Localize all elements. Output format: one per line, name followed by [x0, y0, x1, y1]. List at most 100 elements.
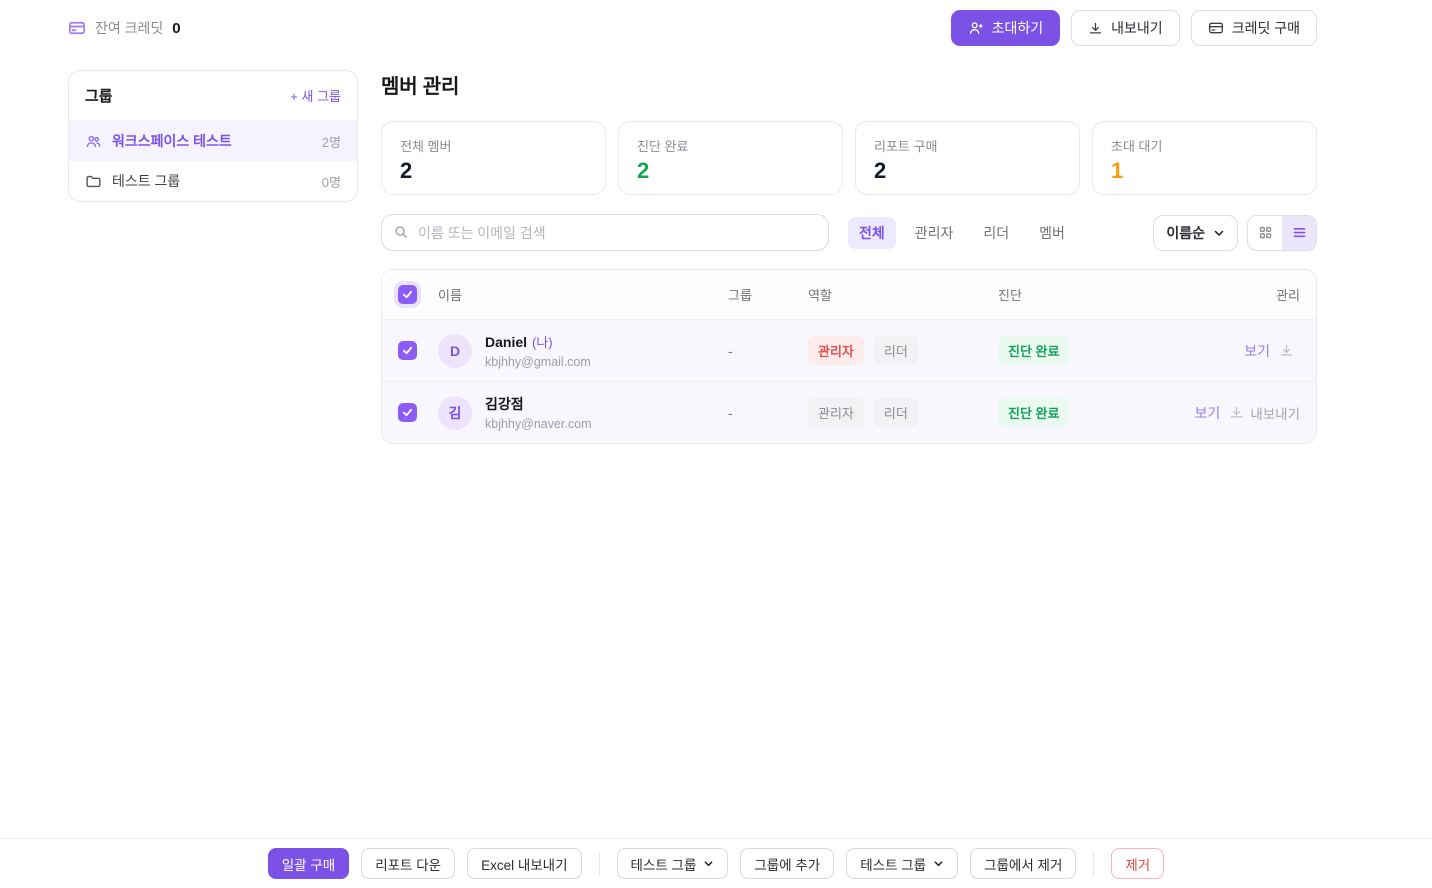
stat-card-total-members: 전체 멤버 2 — [381, 121, 606, 195]
search-box — [381, 214, 829, 251]
column-header-name: 이름 — [438, 285, 728, 304]
excel-export-button[interactable]: Excel 내보내기 — [467, 848, 581, 879]
column-header-role: 역할 — [808, 285, 998, 304]
member-email: kbjhhy@naver.com — [485, 417, 592, 431]
role-badges: 관리자 리더 — [808, 336, 998, 365]
view-report-link[interactable]: 보기 — [1195, 403, 1221, 423]
table-row: D Daniel (나) kbjhhy@gmail.com - 관리자 리더 진단… — [382, 320, 1316, 381]
group-select-remove-value: 테스트 그룹 — [860, 854, 926, 874]
row-export-label: 내보내기 — [1250, 403, 1300, 423]
divider — [599, 852, 600, 876]
member-name: Daniel — [485, 334, 527, 350]
member-name: 김강점 — [485, 396, 524, 412]
role-badge-admin[interactable]: 관리자 — [808, 398, 864, 427]
role-badge-leader[interactable]: 리더 — [874, 398, 918, 427]
row-checkbox[interactable] — [398, 341, 417, 360]
group-name: 워크스페이스 테스트 — [112, 131, 312, 151]
avatar: 김 — [438, 396, 472, 430]
filter-tab-all[interactable]: 전체 — [848, 217, 896, 249]
grid-view-button[interactable] — [1248, 216, 1282, 250]
row-export-button[interactable]: 내보내기 — [1229, 403, 1300, 423]
member-table: 이름 그룹 역할 진단 관리 D Da — [381, 269, 1317, 444]
chevron-down-icon — [703, 858, 714, 869]
avatar: D — [438, 334, 472, 368]
list-controls: 전체 관리자 리더 멤버 이름순 — [381, 214, 1317, 251]
grid-icon — [1258, 225, 1273, 240]
credit-balance: 잔여 크레딧 0 — [68, 18, 181, 38]
credit-label: 잔여 크레딧 — [95, 18, 163, 38]
manage-cell: 보기 내보내기 — [1158, 403, 1316, 423]
table-row: 김 김강점 kbjhhy@naver.com - 관리자 리더 진단 완료 — [382, 381, 1316, 443]
view-toggle — [1247, 215, 1317, 251]
stat-value: 2 — [637, 158, 824, 184]
folder-icon — [85, 173, 102, 190]
download-icon — [1279, 343, 1294, 358]
table-header-row: 이름 그룹 역할 진단 관리 — [382, 270, 1316, 320]
group-member-count: 0명 — [322, 172, 341, 191]
sidebar-item-test-group[interactable]: 테스트 그룹 0명 — [69, 161, 357, 201]
add-to-group-button[interactable]: 그룹에 추가 — [740, 848, 834, 879]
invite-button[interactable]: 초대하기 — [951, 10, 1061, 46]
group-sidebar: 그룹 + 새 그룹 워크스페이스 테스트 2명 테스트 그룹 — [68, 70, 358, 202]
stat-label: 진단 완료 — [637, 136, 824, 155]
export-button[interactable]: 내보내기 — [1071, 10, 1180, 46]
column-header-manage: 관리 — [1158, 285, 1316, 304]
member-cell: 김 김강점 kbjhhy@naver.com — [438, 394, 728, 431]
stat-card-invite-pending: 초대 대기 1 — [1092, 121, 1317, 195]
list-icon — [1292, 225, 1307, 240]
member-name-suffix: (나) — [532, 335, 553, 350]
sort-select-value: 이름순 — [1166, 223, 1205, 243]
filter-tab-leader[interactable]: 리더 — [972, 217, 1020, 249]
role-badge-admin[interactable]: 관리자 — [808, 336, 864, 365]
topbar: 잔여 크레딧 0 초대하기 내보내기 — [0, 0, 1432, 46]
page: 잔여 크레딧 0 초대하기 내보내기 — [0, 0, 1432, 888]
new-group-button[interactable]: + 새 그룹 — [290, 86, 341, 105]
member-email: kbjhhy@gmail.com — [485, 355, 591, 369]
report-download-button[interactable]: 리포트 다운 — [361, 848, 455, 879]
group-select-add[interactable]: 테스트 그룹 — [617, 848, 729, 879]
select-all-checkbox[interactable] — [398, 285, 417, 304]
stat-value: 1 — [1111, 158, 1298, 184]
sidebar-title: 그룹 — [85, 85, 113, 106]
diagnosis-status-badge: 진단 완료 — [998, 398, 1069, 427]
diagnosis-cell: 진단 완료 — [998, 336, 1158, 365]
buy-credit-button-label: 크레딧 구매 — [1232, 18, 1300, 38]
user-plus-icon — [968, 20, 984, 36]
role-badge-leader[interactable]: 리더 — [874, 336, 918, 365]
list-view-button[interactable] — [1282, 216, 1316, 250]
row-export-button[interactable] — [1279, 343, 1300, 358]
diagnosis-status-badge: 진단 완료 — [998, 336, 1069, 365]
remove-from-group-button[interactable]: 그룹에서 제거 — [970, 848, 1076, 879]
column-header-diagnosis: 진단 — [998, 285, 1158, 304]
filter-tab-admin[interactable]: 관리자 — [904, 217, 965, 249]
sidebar-header: 그룹 + 새 그룹 — [69, 71, 357, 121]
sidebar-item-workspace-test[interactable]: 워크스페이스 테스트 2명 — [69, 121, 357, 161]
stat-card-report-purchased: 리포트 구매 2 — [855, 121, 1080, 195]
member-group: - — [728, 343, 808, 359]
group-name: 테스트 그룹 — [112, 171, 312, 191]
stat-value: 2 — [400, 158, 587, 184]
bulk-action-bar: 일괄 구매 리포트 다운 Excel 내보내기 테스트 그룹 그룹에 추가 테스… — [0, 838, 1432, 888]
download-icon — [1229, 405, 1244, 420]
view-report-link[interactable]: 보기 — [1244, 341, 1270, 361]
bulk-buy-button[interactable]: 일괄 구매 — [268, 848, 349, 879]
chevron-down-icon — [1213, 227, 1225, 239]
remove-member-button[interactable]: 제거 — [1111, 848, 1164, 879]
divider — [1093, 852, 1094, 876]
topbar-actions: 초대하기 내보내기 크레딧 구매 — [951, 10, 1317, 46]
stat-label: 리포트 구매 — [874, 136, 1061, 155]
row-checkbox[interactable] — [398, 403, 417, 422]
member-group: - — [728, 405, 808, 421]
buy-credit-button[interactable]: 크레딧 구매 — [1191, 10, 1317, 46]
stat-cards: 전체 멤버 2 진단 완료 2 리포트 구매 2 초대 대기 1 — [381, 121, 1317, 195]
sort-select[interactable]: 이름순 — [1153, 215, 1238, 251]
role-badges: 관리자 리더 — [808, 398, 998, 427]
filter-tab-member[interactable]: 멤버 — [1028, 217, 1076, 249]
controls-right: 이름순 — [1153, 215, 1317, 251]
manage-cell: 보기 — [1158, 341, 1316, 361]
chevron-down-icon — [933, 858, 944, 869]
search-input[interactable] — [381, 214, 829, 251]
search-icon — [393, 224, 409, 240]
role-filter-tabs: 전체 관리자 리더 멤버 — [848, 217, 1076, 249]
group-select-remove[interactable]: 테스트 그룹 — [846, 848, 958, 879]
